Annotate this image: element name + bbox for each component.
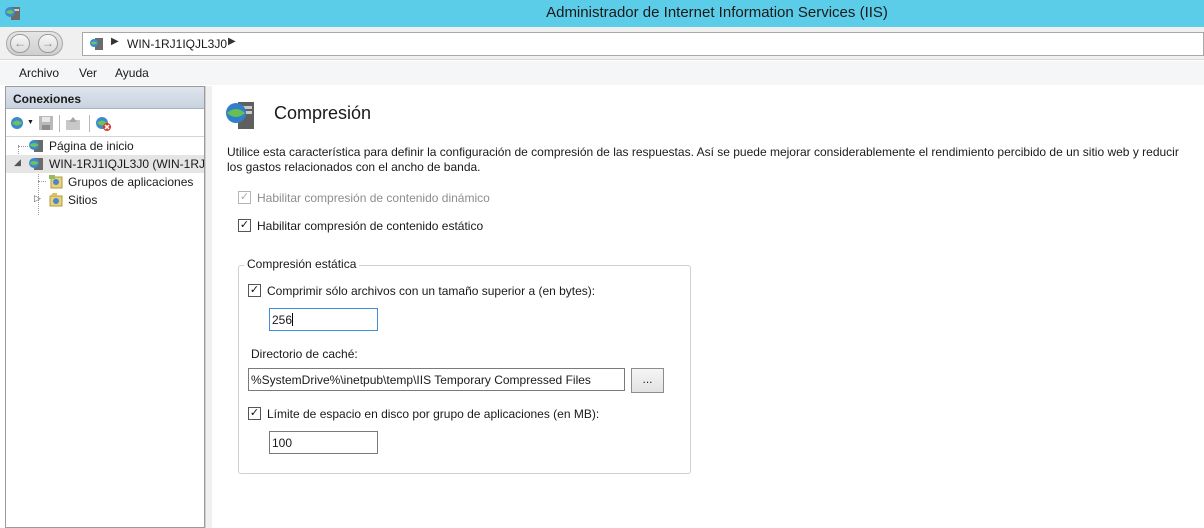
- tree-item-app-pools[interactable]: Grupos de aplicaciones: [6, 173, 204, 191]
- browse-button[interactable]: ...: [631, 368, 664, 393]
- pane-splitter[interactable]: [205, 86, 212, 528]
- static-compression-label[interactable]: Habilitar compresión de contenido estáti…: [257, 219, 483, 233]
- toolbar-separator: [59, 115, 60, 132]
- back-button[interactable]: ←: [10, 34, 30, 53]
- app-pools-icon: [49, 175, 63, 189]
- connections-pane: Conexiones ▼ Página de inicio ◢ WIN-1RJ1…: [5, 86, 205, 528]
- cache-directory-input[interactable]: %SystemDrive%\inetpub\temp\IIS Temporary…: [248, 368, 625, 391]
- expand-icon[interactable]: ▷: [34, 193, 41, 204]
- disk-limit-checkbox[interactable]: ✓: [248, 407, 261, 420]
- address-bar: ← → ▶ WIN-1RJ1IQJL3J0 ▶: [0, 27, 1204, 60]
- tree-item-label: Página de inicio: [49, 139, 134, 153]
- collapse-icon[interactable]: ◢: [14, 157, 21, 168]
- dynamic-compression-option: ✓ Habilitar compresión de contenido diná…: [238, 190, 638, 206]
- compression-feature-icon: [226, 102, 254, 129]
- cache-directory-label: Directorio de caché:: [251, 347, 358, 361]
- cache-directory-value: %SystemDrive%\inetpub\temp\IIS Temporary…: [251, 373, 591, 387]
- address-field[interactable]: ▶ WIN-1RJ1IQJL3J0 ▶: [82, 32, 1204, 56]
- static-compression-checkbox[interactable]: ✓: [238, 219, 251, 232]
- chevron-down-icon[interactable]: ▼: [27, 119, 34, 126]
- feature-description: Utilice esta característica para definir…: [227, 145, 1179, 174]
- only-larger-files-checkbox[interactable]: ✓: [248, 284, 261, 297]
- breadcrumb-server[interactable]: WIN-1RJ1IQJL3J0: [127, 37, 227, 51]
- toolbar-separator: [89, 115, 90, 132]
- menu-archivo[interactable]: Archivo: [19, 66, 59, 80]
- tree-item-server[interactable]: ◢ WIN-1RJ1IQJL3J0 (WIN-1RJ1IQJL3J0: [6, 155, 204, 173]
- tree-item-label: Sitios: [68, 193, 98, 207]
- connections-tree: Página de inicio ◢ WIN-1RJ1IQJL3J0 (WIN-…: [6, 137, 204, 517]
- only-larger-files-option[interactable]: ✓ Comprimir sólo archivos con un tamaño …: [248, 283, 668, 299]
- tree-item-label: WIN-1RJ1IQJL3J0 (WIN-1RJ1IQJL3J0: [49, 157, 204, 171]
- static-compression-option[interactable]: ✓ Habilitar compresión de contenido está…: [238, 218, 638, 234]
- connect-icon[interactable]: [10, 115, 26, 131]
- breadcrumb-separator-icon[interactable]: ▶: [111, 36, 119, 47]
- disk-limit-label[interactable]: Límite de espacio en disco por grupo de …: [267, 407, 599, 421]
- disk-limit-option[interactable]: ✓ Límite de espacio en disco por grupo d…: [248, 406, 668, 422]
- menu-bar: Archivo Ver Ayuda: [0, 61, 1204, 85]
- navigation-buttons: ← →: [6, 31, 63, 56]
- feature-page: Compresión Utilice esta característica p…: [212, 86, 1204, 528]
- menu-ayuda[interactable]: Ayuda: [115, 66, 149, 80]
- window-title: Administrador de Internet Information Se…: [546, 4, 888, 21]
- sites-icon: [49, 193, 63, 207]
- only-larger-files-label[interactable]: Comprimir sólo archivos con un tamaño su…: [267, 284, 595, 298]
- connections-header: Conexiones: [6, 87, 204, 109]
- save-icon[interactable]: [38, 115, 54, 131]
- min-file-size-input[interactable]: 256: [269, 308, 378, 331]
- text-caret: [292, 313, 294, 326]
- disk-limit-value: 100: [272, 436, 293, 450]
- dynamic-compression-label: Habilitar compresión de contenido dinámi…: [257, 191, 490, 205]
- min-file-size-value: 256: [272, 313, 293, 327]
- menu-ver[interactable]: Ver: [79, 66, 97, 80]
- static-compression-group-title: Compresión estática: [244, 257, 360, 271]
- tree-item-label: Grupos de aplicaciones: [68, 175, 194, 189]
- connections-toolbar: ▼: [6, 109, 204, 137]
- title-bar: Administrador de Internet Information Se…: [0, 0, 1204, 27]
- tree-item-sites[interactable]: ▷ Sitios: [6, 191, 204, 209]
- server-icon: [90, 38, 103, 50]
- start-page-icon: [29, 140, 43, 152]
- dynamic-compression-checkbox: ✓: [238, 191, 251, 204]
- disconnect-icon[interactable]: [95, 115, 111, 131]
- server-icon: [29, 158, 43, 170]
- page-title: Compresión: [274, 103, 372, 123]
- forward-button[interactable]: →: [38, 34, 58, 53]
- breadcrumb-separator-icon[interactable]: ▶: [228, 36, 236, 47]
- up-icon[interactable]: [65, 115, 81, 131]
- disk-limit-input[interactable]: 100: [269, 431, 378, 454]
- tree-item-start-page[interactable]: Página de inicio: [6, 137, 204, 155]
